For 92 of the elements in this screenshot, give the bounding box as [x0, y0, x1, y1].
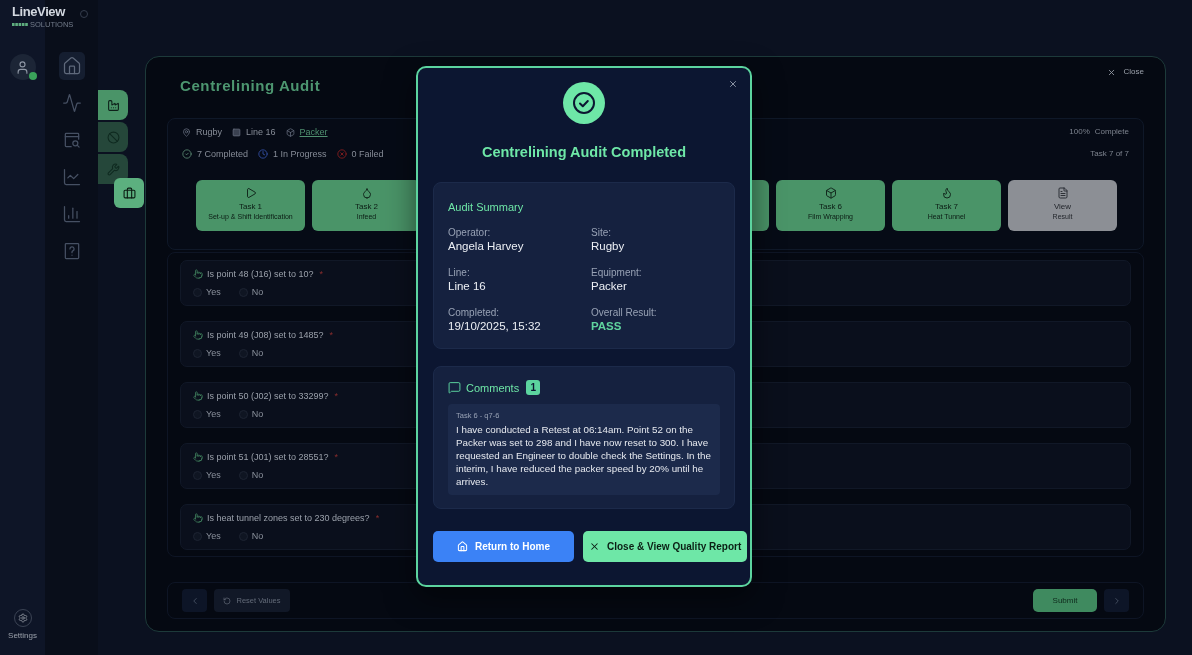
close-icon	[589, 541, 600, 552]
progress-label: Complete	[1094, 127, 1129, 137]
stat-label: 0 Failed	[351, 148, 384, 160]
field-label: Equipment:	[591, 266, 642, 279]
bar-chart-icon	[61, 204, 82, 224]
nav-button[interactable]	[58, 52, 85, 80]
cube-icon	[285, 127, 295, 137]
document-icon	[1056, 187, 1069, 199]
side-tab[interactable]	[98, 154, 128, 184]
radio-label: No	[251, 287, 264, 298]
comment-count: 1	[526, 380, 541, 395]
factory-icon	[106, 98, 120, 112]
pointer-hand-icon	[193, 391, 203, 401]
settings-button[interactable]: Settings	[8, 609, 37, 640]
radio-label: Yes	[206, 348, 221, 359]
logo-text: LineView	[12, 5, 67, 19]
result-value: PASS	[591, 319, 622, 334]
play-icon	[244, 187, 257, 199]
clock-icon	[258, 149, 269, 159]
slashed-circle-icon	[106, 130, 120, 144]
field-value: Rugby	[591, 239, 625, 254]
back-button[interactable]	[182, 589, 207, 612]
close-report-button[interactable]: Close & View Quality Report	[583, 531, 748, 562]
briefcase-icon	[122, 186, 136, 200]
radio-label: No	[251, 348, 264, 359]
field-label: Completed:	[448, 306, 500, 319]
submit-button[interactable]: Submit	[1033, 589, 1097, 612]
pointer-hand-icon	[193, 452, 203, 462]
close-icon	[728, 79, 738, 89]
radio-label: Yes	[206, 409, 221, 420]
activity-icon	[61, 93, 82, 113]
comment-icon	[448, 381, 461, 394]
side-tab[interactable]	[114, 178, 144, 208]
square-icon	[232, 127, 241, 137]
field-value: Packer	[591, 279, 627, 294]
radio-label: Yes	[206, 531, 221, 542]
task-position: Task 7 of 7	[1090, 149, 1129, 159]
close-button[interactable]: Close	[1106, 67, 1144, 77]
cube-icon	[824, 187, 837, 199]
question-text: Is point 50 (J02) set to 33299?	[207, 390, 329, 402]
required-mark: *	[319, 268, 324, 280]
field-value: 19/10/2025, 15:32	[448, 319, 541, 334]
map-pin-icon	[182, 127, 191, 137]
required-mark: *	[334, 390, 339, 402]
location-label: Line 16	[246, 126, 276, 138]
required-mark: *	[375, 512, 380, 524]
field-label: Operator:	[448, 226, 491, 239]
field-label: Site:	[591, 226, 611, 239]
location-label: Rugby	[196, 126, 222, 138]
radio-label: No	[251, 531, 264, 542]
radio-label: No	[251, 409, 264, 420]
logo-dots-icon	[12, 23, 28, 26]
radio-label: No	[251, 470, 264, 481]
next-button[interactable]	[1104, 589, 1129, 612]
close-icon	[1106, 67, 1116, 77]
field-value: Line 16	[448, 279, 486, 294]
wrench-icon	[106, 162, 120, 176]
stat-label: 7 Completed	[197, 148, 249, 160]
required-mark: *	[334, 451, 339, 463]
question-text: Is heat tunnel zones set to 230 degrees?	[207, 512, 370, 524]
pointer-hand-icon	[193, 513, 203, 523]
pointer-hand-icon	[193, 269, 203, 279]
side-tab[interactable]	[98, 90, 128, 120]
radio-label: Yes	[206, 470, 221, 481]
droplet-icon	[360, 187, 373, 199]
field-value: Angela Harvey	[448, 239, 524, 254]
comment-text: I have conducted a Retest at 06:14am. Point 52 on the Packer was set to 298 and I have now reset to 300. I have requested an Engineer to double check the Settings. In the interim, I have reduced the packer speed by 20% until he arrives.	[456, 423, 712, 488]
pointer-hand-icon	[193, 330, 203, 340]
check-circle-icon	[182, 149, 192, 159]
equipment-link[interactable]: Packer	[299, 126, 328, 138]
progress-percent: 100%	[1069, 127, 1090, 137]
section-heading: Comments	[466, 380, 520, 395]
field-label: Line:	[448, 266, 470, 279]
home-icon	[61, 56, 82, 76]
line-chart-icon	[61, 167, 82, 187]
stat-label: 1 In Progress	[273, 148, 327, 160]
flame-icon	[940, 187, 953, 199]
question-text: Is point 49 (J08) set to 1485?	[207, 329, 324, 341]
x-circle-icon	[336, 149, 347, 159]
check-circle-icon	[563, 82, 605, 124]
home-icon	[457, 541, 468, 552]
user-icon	[15, 59, 30, 75]
required-mark: *	[329, 329, 334, 341]
question-text: Is point 48 (J16) set to 10?	[207, 268, 314, 280]
dialog-title: Centrelining Audit Completed	[481, 143, 687, 162]
field-label: Overall Result:	[591, 306, 657, 319]
section-heading: Audit Summary	[448, 201, 524, 213]
home-button[interactable]: Return to Home	[433, 531, 574, 562]
card-title: Centrelining Audit	[180, 76, 321, 95]
reset-icon	[223, 596, 232, 605]
question-text: Is point 51 (J01) set to 28551?	[207, 451, 329, 463]
radio-label: Yes	[206, 287, 221, 298]
